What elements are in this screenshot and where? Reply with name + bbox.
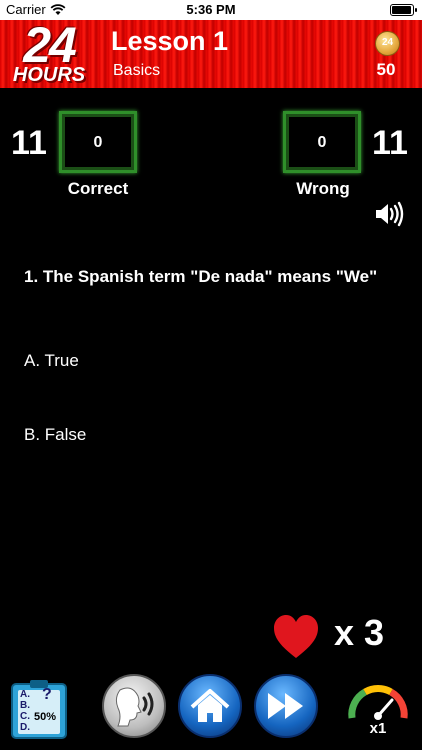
option-b[interactable]: B. False: [24, 425, 86, 445]
home-button[interactable]: [178, 674, 242, 738]
fast-forward-icon: [268, 693, 303, 719]
speed-label: x1: [369, 720, 387, 737]
next-button[interactable]: [254, 674, 318, 738]
logo-word: HOURS: [12, 64, 86, 86]
correct-score-box: 0: [59, 111, 137, 173]
coin-count: 50: [376, 60, 396, 79]
hint-letter-b: B.: [20, 700, 30, 711]
wrong-score-box: 0: [283, 111, 361, 173]
hint-letter-d: D.: [20, 722, 30, 733]
wrong-label: Wrong: [296, 179, 350, 198]
app-logo: 24 HOURS: [2, 17, 96, 88]
speaker-icon[interactable]: [374, 201, 404, 227]
correct-count: 0: [93, 134, 103, 151]
hint-letter-c: C.: [20, 711, 30, 722]
voice-icon: [115, 687, 154, 727]
coin-label: 24: [381, 37, 394, 48]
right-total: 11: [372, 124, 408, 162]
lesson-header: 24 HOURS Lesson 1 Basics 24 50: [0, 17, 422, 88]
lives-count: x 3: [334, 612, 385, 653]
hint-clipboard-icon[interactable]: [10, 679, 68, 739]
battery-icon: [390, 4, 417, 16]
voice-button[interactable]: [102, 674, 166, 738]
coin-icon: 24: [375, 31, 400, 56]
correct-label: Correct: [67, 179, 129, 198]
lesson-title: Lesson 1: [111, 26, 229, 56]
hint-question-mark: ?: [42, 686, 52, 703]
wrong-count: 0: [317, 134, 327, 151]
home-icon: [190, 689, 230, 722]
heart-icon: [274, 615, 318, 658]
speed-button[interactable]: x1: [345, 678, 411, 744]
lesson-subtitle: Basics: [113, 62, 161, 79]
status-time: 5:36 PM: [186, 2, 236, 17]
hint-percent: 50%: [34, 711, 57, 723]
question-text: 1. The Spanish term "De nada" means "We": [24, 267, 378, 286]
left-total: 11: [11, 124, 47, 162]
hint-letter-a: A.: [20, 689, 30, 700]
option-a[interactable]: A. True: [24, 351, 79, 371]
